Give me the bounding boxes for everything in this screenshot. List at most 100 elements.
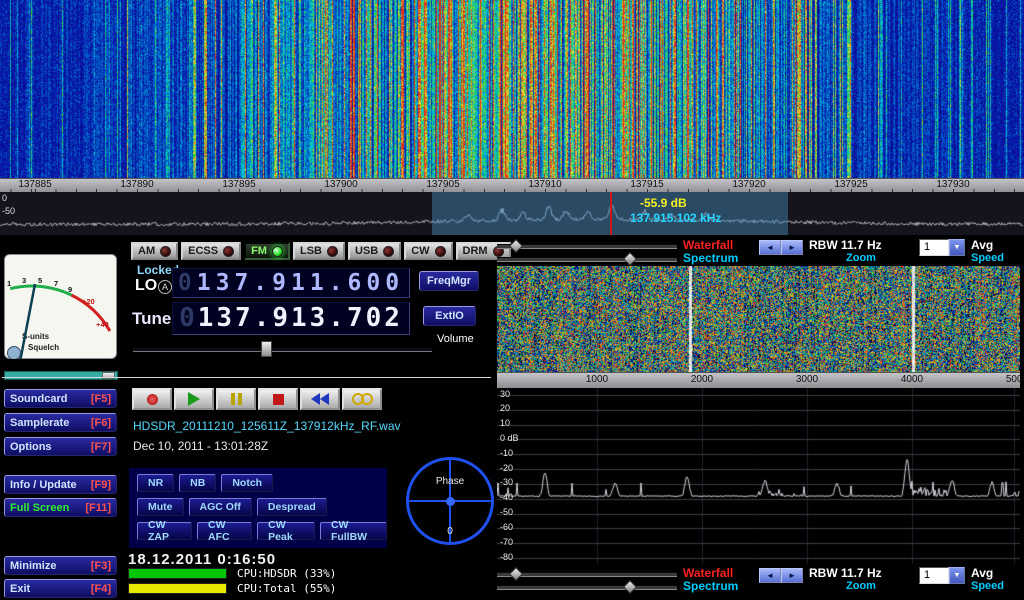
- rewind-button[interactable]: [300, 388, 340, 410]
- frequency-tick-label: 137900: [324, 179, 357, 190]
- arrow-left-icon[interactable]: ◄: [759, 240, 781, 255]
- recording-filename: HDSDR_20111210_125611Z_137912kHz_RF.wav: [133, 419, 401, 433]
- pause-button[interactable]: [216, 388, 256, 410]
- meter-scale-label: 3: [22, 276, 26, 285]
- full-screen-button[interactable]: Full Screen[F11]: [4, 498, 117, 517]
- spectrum-label[interactable]: Spectrum: [683, 252, 753, 265]
- lo-frequency-display[interactable]: 0137.911.600: [172, 268, 410, 298]
- options-button[interactable]: Options[F7]: [4, 437, 117, 456]
- audio-spectrum-trace[interactable]: [497, 388, 1020, 564]
- dsp-button-agc-off[interactable]: AGC Off: [189, 498, 252, 516]
- rf-spectrum-panel[interactable]: 0 -50 -55.9 dB 137.915.102 kHz: [0, 192, 1024, 235]
- audio-axis-label: 1000: [586, 374, 608, 385]
- info-update-button[interactable]: Info / Update[F9]: [4, 475, 117, 494]
- dsp-button-mute[interactable]: Mute: [137, 498, 184, 516]
- waterfall-contrast-slider[interactable]: [497, 239, 677, 252]
- mode-button-ecss[interactable]: ECSS: [181, 242, 241, 260]
- cpu-usage-row: CPU:Total (55%): [128, 583, 336, 593]
- button-fkey: [F5]: [91, 393, 111, 405]
- slider-handle[interactable]: [509, 239, 523, 253]
- squelch-level-bar[interactable]: [4, 371, 118, 380]
- arrow-right-icon[interactable]: ►: [781, 568, 803, 583]
- spectrum-db-label: 0: [2, 193, 7, 203]
- combobox-dropdown-icon[interactable]: ▼: [949, 567, 965, 584]
- spectrum-db-label: 20: [500, 403, 510, 413]
- audio-spectrum-panel[interactable]: 3020100 dB-10-20-30-40-50-60-70-80: [497, 388, 1020, 564]
- audio-frequency-axis[interactable]: 10002000300040005000: [497, 372, 1020, 389]
- dsp-button-despread[interactable]: Despread: [257, 498, 327, 516]
- spectrum-db-label: -30: [500, 477, 513, 487]
- button-label: Minimize: [10, 560, 56, 572]
- mode-button-fm[interactable]: FM: [244, 242, 290, 260]
- arrow-left-icon[interactable]: ◄: [759, 568, 781, 583]
- spectrum-range-slider[interactable]: [497, 252, 677, 265]
- display-sliders: [497, 239, 677, 265]
- mode-label: USB: [355, 245, 378, 257]
- play-button[interactable]: [174, 388, 214, 410]
- mode-led-indicator: [383, 246, 394, 257]
- exit-button[interactable]: Exit[F4]: [4, 579, 117, 598]
- cursor-frequency-readout: 137.915.102 kHz: [630, 211, 721, 225]
- display-sliders: [497, 567, 677, 593]
- volume-slider[interactable]: [133, 341, 432, 355]
- spectrum-db-label: 0 dB: [500, 433, 519, 443]
- loop-button[interactable]: [342, 388, 382, 410]
- slider-handle[interactable]: [509, 567, 523, 581]
- transport-controls: [132, 388, 382, 410]
- panel-divider: [2, 377, 491, 378]
- speed-combobox[interactable]: 1 ▼: [919, 239, 965, 256]
- combobox-value: 1: [919, 239, 949, 256]
- soundcard-button[interactable]: Soundcard[F5]: [4, 389, 117, 408]
- audio-axis-label: 3000: [796, 374, 818, 385]
- cpu-usage-row: CPU:HDSDR (33%): [128, 568, 336, 578]
- mode-button-lsb[interactable]: LSB: [293, 242, 345, 260]
- frequency-scale[interactable]: 1378851378901378951379001379051379101379…: [0, 178, 1024, 193]
- dsp-button-cw-afc[interactable]: CW AFC: [197, 522, 252, 540]
- arrow-right-icon[interactable]: ►: [781, 240, 803, 255]
- frequency-tick-label: 137915: [630, 179, 663, 190]
- dsp-button-cw-peak[interactable]: CW Peak: [257, 522, 315, 540]
- button-label: Samplerate: [10, 417, 69, 429]
- audio-waterfall-display[interactable]: [497, 266, 1020, 372]
- cpu-usage-text: CPU:HDSDR (33%): [237, 567, 336, 580]
- dsp-button-cw-zap[interactable]: CW ZAP: [137, 522, 192, 540]
- pause-icon: [231, 393, 242, 405]
- rf-waterfall-display[interactable]: [0, 0, 1024, 178]
- dsp-button-notch[interactable]: Notch: [221, 474, 273, 492]
- phase-dial[interactable]: Phase 0: [406, 457, 494, 545]
- spectrum-label[interactable]: Spectrum: [683, 580, 753, 593]
- speed-combobox[interactable]: 1 ▼: [919, 567, 965, 584]
- dsp-button-nr[interactable]: NR: [137, 474, 174, 492]
- button-fkey: [F9]: [91, 479, 111, 491]
- zoom-label: Zoom: [809, 252, 913, 265]
- minimize-button[interactable]: Minimize[F3]: [4, 556, 117, 575]
- volume-slider-handle[interactable]: [261, 341, 272, 357]
- extio-button[interactable]: ExtIO: [423, 306, 476, 326]
- mode-button-usb[interactable]: USB: [348, 242, 401, 260]
- squelch-knob[interactable]: [8, 347, 21, 360]
- tune-frequency-display[interactable]: 0137.913.702: [172, 302, 410, 335]
- button-label: Full Screen: [10, 502, 69, 514]
- record-icon: [147, 394, 158, 405]
- dsp-button-cw-fullbw[interactable]: CW FullBW: [320, 522, 387, 540]
- freqmgr-button[interactable]: FreqMgr: [419, 271, 479, 291]
- phase-label: Phase: [409, 476, 491, 487]
- mode-button-am[interactable]: AM: [131, 242, 178, 260]
- waterfall-contrast-slider[interactable]: [497, 567, 677, 580]
- combobox-dropdown-icon[interactable]: ▼: [949, 239, 965, 256]
- samplerate-button[interactable]: Samplerate[F6]: [4, 413, 117, 432]
- s-meter: 13579+20+40 S-units Squelch: [4, 254, 117, 359]
- mode-button-cw[interactable]: CW: [404, 242, 452, 260]
- slider-handle[interactable]: [623, 252, 637, 266]
- spectrum-db-label: -20: [500, 463, 513, 473]
- dsp-button-nb[interactable]: NB: [179, 474, 216, 492]
- stop-button[interactable]: [258, 388, 298, 410]
- spectrum-range-slider[interactable]: [497, 580, 677, 593]
- slider-handle[interactable]: [623, 580, 637, 594]
- lo-lock-badge[interactable]: A: [158, 280, 172, 294]
- mode-led-indicator: [435, 246, 446, 257]
- frequency-tick-label: 137910: [528, 179, 561, 190]
- phase-center-dot: [446, 497, 455, 506]
- record-button[interactable]: [132, 388, 172, 410]
- volume-slider-track: [133, 347, 432, 352]
